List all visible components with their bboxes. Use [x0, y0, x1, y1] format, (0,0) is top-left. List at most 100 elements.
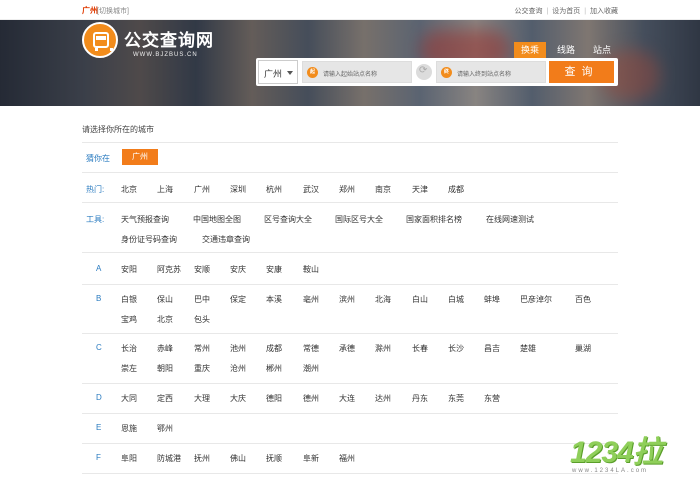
- city-link[interactable]: 德州: [303, 393, 319, 404]
- tool-link[interactable]: 国际区号大全: [335, 214, 383, 225]
- city-link[interactable]: 恩施: [121, 423, 137, 434]
- city-link[interactable]: 阜新: [303, 453, 319, 464]
- city-link[interactable]: 蚌埠: [484, 294, 500, 305]
- from-station-input[interactable]: 起 请输入起始站点名称: [302, 61, 412, 83]
- link-set-homepage[interactable]: 设为首页: [552, 8, 580, 15]
- tab-station[interactable]: 站点: [586, 42, 618, 58]
- city-link[interactable]: 保定: [230, 294, 246, 305]
- city-link[interactable]: 鄂州: [157, 423, 173, 434]
- city-link[interactable]: 安庆: [230, 264, 246, 275]
- hot-city-link[interactable]: 北京: [121, 184, 137, 195]
- hot-city-link[interactable]: 天津: [412, 184, 428, 195]
- city-link[interactable]: 昌吉: [484, 343, 500, 354]
- city-link[interactable]: 大连: [339, 393, 355, 404]
- city-link[interactable]: 安阳: [121, 264, 137, 275]
- tab-line[interactable]: 线路: [550, 42, 582, 58]
- city-link[interactable]: 成都: [266, 343, 282, 354]
- tool-link[interactable]: 身份证号码查询: [121, 234, 177, 245]
- city-link[interactable]: 郴州: [266, 363, 282, 374]
- city-link[interactable]: 白山: [412, 294, 428, 305]
- hot-city-link[interactable]: 郑州: [339, 184, 355, 195]
- letter-index-b: B: [96, 294, 102, 303]
- tab-transfer[interactable]: 换乘: [514, 42, 546, 58]
- city-link[interactable]: 德阳: [266, 393, 282, 404]
- city-link[interactable]: 达州: [375, 393, 391, 404]
- city-link[interactable]: 重庆: [194, 363, 210, 374]
- city-link[interactable]: 东营: [484, 393, 500, 404]
- tool-link[interactable]: 国家面积排名榜: [406, 214, 462, 225]
- city-select[interactable]: 广州: [258, 60, 298, 84]
- site-url: WWW.BJZBUS.CN: [133, 52, 198, 58]
- tool-link[interactable]: 中国地图全图: [193, 214, 241, 225]
- query-button[interactable]: 查询: [549, 61, 614, 83]
- hot-city-link[interactable]: 深圳: [230, 184, 246, 195]
- city-link[interactable]: 长治: [121, 343, 137, 354]
- hot-city-link[interactable]: 广州: [194, 184, 210, 195]
- city-link[interactable]: 大理: [194, 393, 210, 404]
- city-link[interactable]: 安顺: [194, 264, 210, 275]
- guess-city-button[interactable]: 广州: [122, 149, 158, 165]
- hot-city-link[interactable]: 上海: [157, 184, 173, 195]
- city-link[interactable]: 潮州: [303, 363, 319, 374]
- city-link[interactable]: 沧州: [230, 363, 246, 374]
- city-link[interactable]: 巢湖: [575, 343, 591, 354]
- hot-city-link[interactable]: 杭州: [266, 184, 282, 195]
- city-link[interactable]: 朝阳: [157, 363, 173, 374]
- city-link[interactable]: 承德: [339, 343, 355, 354]
- tool-link[interactable]: 在线网速测试: [486, 214, 534, 225]
- site-title[interactable]: 公交查询网: [124, 26, 214, 51]
- bus-logo-icon[interactable]: [82, 22, 118, 58]
- city-link[interactable]: 抚州: [194, 453, 210, 464]
- city-link[interactable]: 安康: [266, 264, 282, 275]
- city-link[interactable]: 巴中: [194, 294, 210, 305]
- city-link[interactable]: 丹东: [412, 393, 428, 404]
- city-link[interactable]: 抚顺: [266, 453, 282, 464]
- city-link[interactable]: 赤峰: [157, 343, 173, 354]
- city-link[interactable]: 东莞: [448, 393, 464, 404]
- city-link[interactable]: 保山: [157, 294, 173, 305]
- city-link[interactable]: 阜阳: [121, 453, 137, 464]
- hot-city-link[interactable]: 武汉: [303, 184, 319, 195]
- city-link[interactable]: 常州: [194, 343, 210, 354]
- city-link[interactable]: 北京: [157, 314, 173, 325]
- city-link[interactable]: 亳州: [303, 294, 319, 305]
- city-link[interactable]: 楚雄: [520, 343, 536, 354]
- tool-link[interactable]: 天气预报查询: [121, 214, 169, 225]
- city-link[interactable]: 巴彦淖尔: [520, 294, 552, 305]
- city-link[interactable]: 白城: [448, 294, 464, 305]
- city-link[interactable]: 阿克苏: [157, 264, 181, 275]
- tool-link[interactable]: 交通违章查询: [202, 234, 250, 245]
- city-link[interactable]: 崇左: [121, 363, 137, 374]
- to-station-input[interactable]: 终 请输入终到站点名称: [436, 61, 546, 83]
- city-link[interactable]: 定西: [157, 393, 173, 404]
- city-link[interactable]: 佛山: [230, 453, 246, 464]
- city-link[interactable]: 滁州: [375, 343, 391, 354]
- link-bus-query[interactable]: 公交查询: [515, 8, 543, 15]
- end-icon: 终: [441, 67, 452, 78]
- city-link[interactable]: 大庆: [230, 393, 246, 404]
- city-link[interactable]: 包头: [194, 314, 210, 325]
- divider: [82, 333, 618, 334]
- city-link[interactable]: 鞍山: [303, 264, 319, 275]
- city-link[interactable]: 白银: [121, 294, 137, 305]
- city-link[interactable]: 福州: [339, 453, 355, 464]
- separator: |: [546, 8, 549, 15]
- tool-link[interactable]: 区号查询大全: [264, 214, 312, 225]
- city-link[interactable]: 防城港: [157, 453, 181, 464]
- swap-icon[interactable]: [416, 64, 432, 80]
- city-link[interactable]: 池州: [230, 343, 246, 354]
- hot-city-link[interactable]: 成都: [448, 184, 464, 195]
- hot-city-link[interactable]: 南京: [375, 184, 391, 195]
- city-link[interactable]: 滨州: [339, 294, 355, 305]
- city-link[interactable]: 北海: [375, 294, 391, 305]
- watermark-logo: 1234拉: [570, 436, 663, 469]
- city-link[interactable]: 长沙: [448, 343, 464, 354]
- switch-city-link[interactable]: [切换城市]: [97, 6, 129, 16]
- city-link[interactable]: 常德: [303, 343, 319, 354]
- city-link[interactable]: 大同: [121, 393, 137, 404]
- city-link[interactable]: 长春: [412, 343, 428, 354]
- city-link[interactable]: 百色: [575, 294, 591, 305]
- city-link[interactable]: 本溪: [266, 294, 282, 305]
- city-link[interactable]: 宝鸡: [121, 314, 137, 325]
- link-add-favorite[interactable]: 加入收藏: [590, 8, 618, 15]
